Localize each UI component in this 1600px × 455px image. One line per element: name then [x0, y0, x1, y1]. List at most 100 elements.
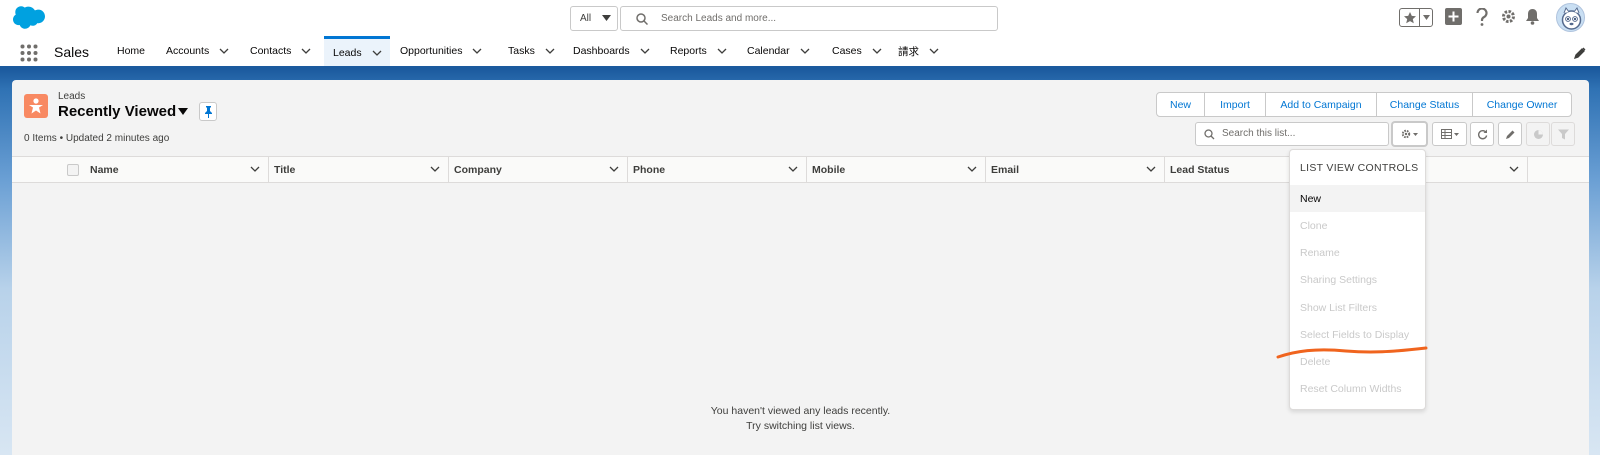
nav-item-label: Calendar — [747, 45, 790, 57]
nav-item-label: 請求 — [898, 45, 919, 58]
menu-heading: LIST VIEW CONTROLS — [1300, 162, 1419, 174]
favorites-caret-icon[interactable] — [1420, 9, 1432, 26]
search-scope-label: All — [580, 13, 592, 24]
nav-item-home[interactable]: Home — [117, 36, 145, 66]
column-divider[interactable] — [806, 157, 807, 183]
pie-chart-icon — [1533, 129, 1544, 140]
setup-gear-icon[interactable] — [1500, 8, 1517, 25]
chevron-down-icon[interactable] — [372, 50, 382, 56]
nav-item-label: Reports — [670, 45, 707, 57]
gear-icon — [1401, 129, 1419, 139]
add-to-campaign-button[interactable]: Add to Campaign — [1266, 93, 1377, 116]
column-divider[interactable] — [448, 157, 449, 183]
column-divider[interactable] — [627, 157, 628, 183]
chevron-down-icon[interactable] — [640, 48, 650, 54]
list-view-controls-button[interactable] — [1392, 122, 1427, 146]
menu-item-new[interactable]: New — [1290, 185, 1425, 212]
edit-list-button[interactable] — [1498, 122, 1522, 146]
global-header: All Search Leads and more... — [0, 0, 1600, 36]
pin-icon — [204, 105, 213, 118]
nav-item-contacts[interactable]: Contacts — [250, 36, 311, 66]
chevron-down-icon[interactable] — [1509, 166, 1519, 172]
search-icon — [1204, 129, 1215, 140]
select-all-checkbox[interactable] — [67, 164, 79, 176]
chevron-down-icon[interactable] — [1146, 166, 1156, 172]
refresh-button[interactable] — [1470, 122, 1494, 146]
salesforce-logo[interactable] — [12, 6, 46, 30]
caret-down-icon — [602, 15, 611, 22]
column-header-name[interactable]: Name — [90, 157, 268, 183]
column-divider[interactable] — [985, 157, 986, 183]
nav-item-cases[interactable]: Cases — [832, 36, 882, 66]
new-lead-button[interactable]: New — [1157, 93, 1205, 116]
table-grid-icon — [1440, 129, 1459, 139]
star-icon[interactable] — [1400, 9, 1420, 26]
nav-item-billing[interactable]: 請求 — [898, 36, 939, 66]
column-header-lead-status[interactable]: Lead Status — [1170, 157, 1270, 183]
column-header-label: Mobile — [812, 164, 846, 176]
filter-funnel-icon — [1557, 129, 1569, 140]
chevron-down-icon[interactable] — [800, 48, 810, 54]
edit-nav-pencil-icon[interactable] — [1574, 47, 1586, 59]
change-status-button[interactable]: Change Status — [1377, 93, 1473, 116]
filters-button[interactable] — [1551, 122, 1575, 146]
nav-item-opportunities[interactable]: Opportunities — [400, 36, 482, 66]
chevron-down-icon[interactable] — [717, 48, 727, 54]
chevron-down-icon[interactable] — [929, 48, 939, 54]
nav-item-label: Accounts — [166, 45, 210, 57]
list-meta-info: 0 Items • Updated 2 minutes ago — [24, 133, 170, 144]
help-icon[interactable] — [1476, 8, 1488, 26]
column-header-mobile[interactable]: Mobile — [812, 157, 985, 183]
app-launcher-icon[interactable] — [20, 44, 38, 62]
global-search-placeholder: Search Leads and more... — [661, 13, 777, 24]
search-scope-select[interactable]: All — [570, 6, 618, 31]
column-header-label: Company — [454, 164, 502, 176]
nav-item-tasks[interactable]: Tasks — [508, 36, 555, 66]
column-header-email[interactable]: Email — [991, 157, 1164, 183]
chevron-down-icon[interactable] — [609, 166, 619, 172]
search-icon — [636, 13, 648, 25]
nav-item-dashboards[interactable]: Dashboards — [573, 36, 650, 66]
column-divider[interactable] — [1164, 157, 1165, 183]
chevron-down-icon[interactable] — [301, 48, 311, 54]
nav-item-label: Cases — [832, 45, 862, 57]
chevron-down-icon[interactable] — [788, 166, 798, 172]
import-button[interactable]: Import — [1205, 93, 1266, 116]
charts-button[interactable] — [1526, 122, 1550, 146]
nav-item-label: Home — [117, 45, 146, 57]
menu-item-reset-column-widths: Reset Column Widths — [1300, 382, 1402, 395]
nav-item-calendar[interactable]: Calendar — [747, 36, 810, 66]
nav-item-reports[interactable]: Reports — [670, 36, 727, 66]
column-divider[interactable] — [1527, 157, 1528, 183]
global-actions-icon[interactable] — [1445, 8, 1462, 25]
chevron-down-icon[interactable] — [967, 166, 977, 172]
pin-list-button[interactable] — [199, 102, 217, 121]
list-search-placeholder: Search this list... — [1222, 128, 1296, 139]
menu-item-rename: Rename — [1300, 246, 1340, 259]
nav-item-accounts[interactable]: Accounts — [166, 36, 229, 66]
nav-item-leads[interactable]: Leads — [324, 36, 390, 66]
chevron-down-icon[interactable] — [472, 48, 482, 54]
change-owner-button[interactable]: Change Owner — [1473, 93, 1571, 116]
menu-item-sharing-settings: Sharing Settings — [1300, 273, 1378, 286]
list-search-input[interactable]: Search this list... — [1195, 122, 1389, 146]
display-as-button[interactable] — [1432, 122, 1467, 146]
object-label: Leads — [58, 91, 86, 102]
global-search-input[interactable]: Search Leads and more... — [620, 6, 998, 31]
chevron-down-icon[interactable] — [219, 48, 229, 54]
chevron-down-icon[interactable] — [545, 48, 555, 54]
app-navigation-bar: Sales Home Accounts Contacts Leads Oppor… — [0, 36, 1600, 69]
list-view-switcher-icon[interactable] — [178, 108, 188, 115]
user-avatar[interactable] — [1556, 3, 1585, 32]
favorites-button[interactable] — [1399, 8, 1433, 27]
chevron-down-icon[interactable] — [872, 48, 882, 54]
column-header-phone[interactable]: Phone — [633, 157, 806, 183]
list-view-name[interactable]: Recently Viewed — [58, 103, 176, 120]
column-divider[interactable] — [268, 157, 269, 183]
column-header-company[interactable]: Company — [454, 157, 627, 183]
chevron-down-icon[interactable] — [250, 166, 260, 172]
chevron-down-icon[interactable] — [430, 166, 440, 172]
empty-state-hint: Try switching list views. — [746, 420, 855, 432]
column-header-title[interactable]: Title — [274, 157, 448, 183]
notifications-bell-icon[interactable] — [1525, 8, 1540, 25]
